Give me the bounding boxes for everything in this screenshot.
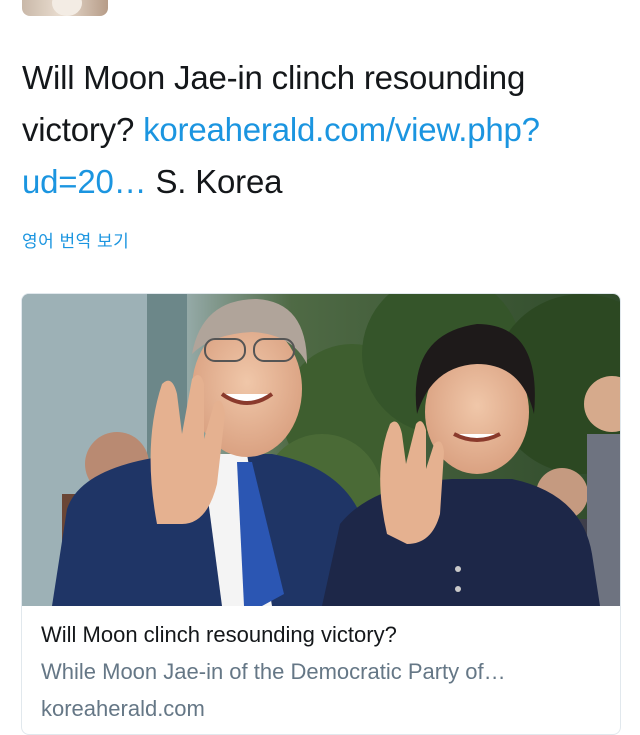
card-description: While Moon Jae-in of the Democratic Part… bbox=[41, 659, 506, 684]
link-preview-card[interactable]: Will Moon clinch resounding victory? Whi… bbox=[21, 293, 621, 735]
translate-tweet-link[interactable]: 영어 번역 보기 bbox=[22, 227, 129, 252]
card-title[interactable]: Will Moon clinch resounding victory? bbox=[41, 622, 397, 648]
tweet-text: Will Moon Jae-in clinch resounding victo… bbox=[22, 52, 622, 208]
previous-tweet-thumbnail[interactable] bbox=[22, 0, 108, 16]
card-photo[interactable] bbox=[22, 294, 620, 606]
card-domain: koreaherald.com bbox=[41, 696, 205, 721]
tweet-text-part-2: S. Korea bbox=[146, 163, 283, 200]
